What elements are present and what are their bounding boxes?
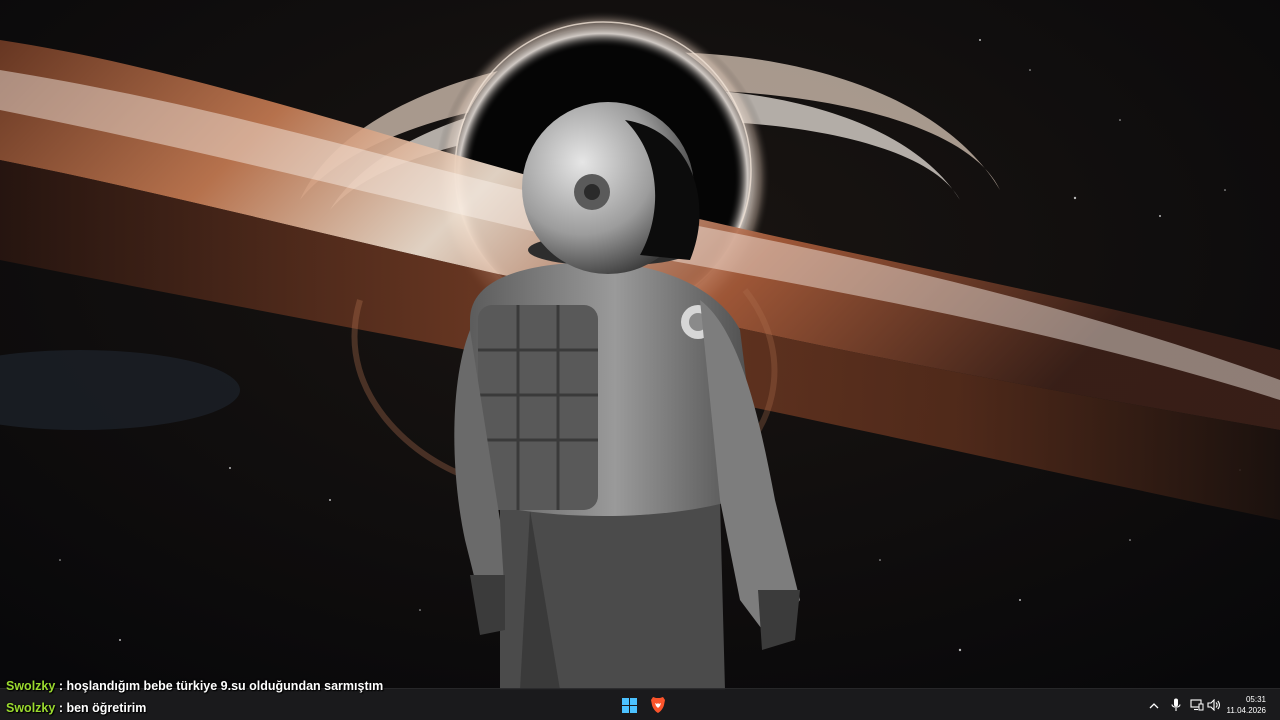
chat-message: Swolzky : ben öğretirim (6, 699, 146, 717)
taskbar-clock[interactable]: 05:31 11.04.2026 (1224, 692, 1278, 718)
network-tray-button[interactable] (1189, 697, 1205, 713)
chat-username: Swolzky (6, 679, 56, 693)
clock-time: 05:31 (1245, 695, 1266, 704)
microphone-tray-button[interactable] (1168, 697, 1184, 713)
brave-lion-icon (651, 697, 665, 713)
speaker-icon (1207, 699, 1220, 711)
show-hidden-icons-button[interactable] (1146, 697, 1162, 713)
chat-overlay: Swolzky : hoşlandığım bebe türkiye 9.su … (0, 676, 600, 720)
windows-logo-icon (621, 697, 637, 713)
chat-message: Swolzky : hoşlandığım bebe türkiye 9.su … (6, 677, 383, 695)
network-icon (1190, 699, 1204, 711)
chat-username: Swolzky (6, 701, 56, 715)
desktop[interactable]: Swolzky : hoşlandığım bebe türkiye 9.su … (0, 0, 1280, 720)
chat-message-text: ben öğretirim (66, 701, 147, 715)
clock-date: 11.04.2026 (1226, 706, 1266, 715)
microphone-icon (1171, 698, 1181, 711)
chat-separator: : (58, 701, 63, 715)
brave-browser-button[interactable] (645, 693, 671, 717)
chat-message-text: hoşlandığım bebe türkiye 9.su olduğundan… (66, 679, 384, 693)
chevron-up-icon (1149, 702, 1159, 708)
volume-tray-button[interactable] (1206, 697, 1222, 713)
start-button[interactable] (616, 693, 642, 717)
chat-separator: : (58, 679, 63, 693)
desktop-wallpaper (0, 0, 1280, 720)
